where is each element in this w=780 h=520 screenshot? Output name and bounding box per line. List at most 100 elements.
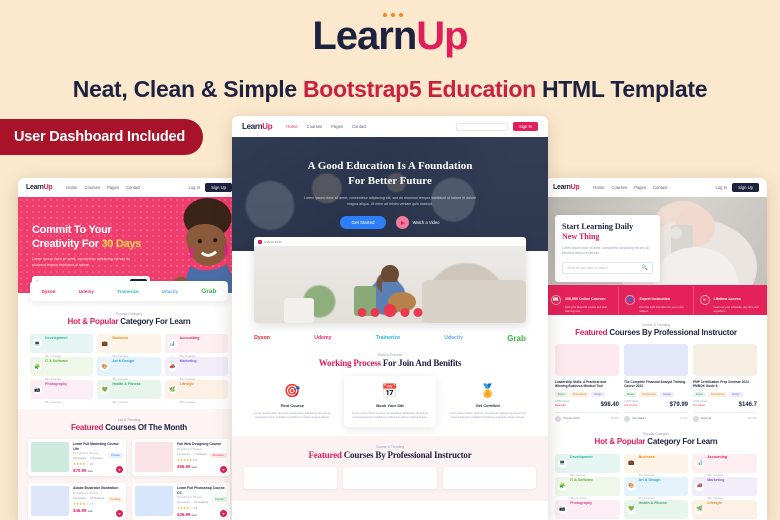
nav-item-contact[interactable]: Contact <box>653 185 667 190</box>
course-card[interactable]: Learn Full Marketing Course Life By Andre… <box>28 439 126 477</box>
featured-card[interactable] <box>244 466 338 489</box>
mockup-center: LearnUp Home Courses Pages Contact Sign … <box>232 116 548 520</box>
brand-logo: LearnUp <box>0 13 780 56</box>
featured-card[interactable] <box>442 466 536 489</box>
stat-text: Find the right instructor for you in any… <box>639 305 684 313</box>
right-category-section: Popular Category Hot & Popular Category … <box>545 422 767 520</box>
left-category-sub: Popular Category <box>115 312 143 316</box>
course-card[interactable]: Full Web Designing Course By Andrew & Tho… <box>132 439 230 477</box>
category-count: 99+ Courses <box>112 399 129 404</box>
nav-item-home[interactable]: Home <box>66 185 77 190</box>
nav-item-contact[interactable]: Contact <box>126 185 140 190</box>
nav-item-courses[interactable]: Courses <box>307 124 323 129</box>
video-control-3[interactable] <box>400 308 410 317</box>
course-card[interactable]: Learn Full Photoshop Course CC By Andrew … <box>132 483 230 520</box>
category-card[interactable]: 📷Photography99+ Courses <box>30 380 94 404</box>
brand-grab: Grab <box>507 333 526 343</box>
megaphone-icon: 📣 <box>695 481 705 491</box>
hero-woman-photo <box>173 197 240 293</box>
nav-item-contact[interactable]: Contact <box>352 124 366 129</box>
signin-button[interactable]: Sign In <box>512 122 538 131</box>
search-placeholder: What do you want to learn? <box>567 266 609 270</box>
video-controls[interactable] <box>357 304 423 317</box>
category-card[interactable]: 🌿Lifestyle99+ Courses <box>164 380 228 404</box>
category-name: IT & Software <box>45 358 68 363</box>
watch-video-button[interactable]: Watch a Video <box>395 216 440 229</box>
category-card[interactable]: 💚Health & Fitness99+ Courses <box>623 499 689 520</box>
brand-dyson: Dyson <box>254 335 270 341</box>
stat-title: Lifetime Access <box>713 296 741 301</box>
process-card-text: Lorem ipsum dolor sit amet, consectetur … <box>449 411 526 420</box>
category-name: Accounting <box>707 455 728 460</box>
palette-icon: 🎨 <box>100 362 110 371</box>
course-badge: Popular <box>108 453 123 458</box>
category-count: 99+ Courses <box>45 399 61 404</box>
nav-item-home[interactable]: Home <box>286 124 297 129</box>
left-hero-subtext: Lorem ipsum dolor sit amet, consectetur … <box>32 257 131 267</box>
nav-search-input[interactable] <box>455 122 508 131</box>
tagline-pre: Neat, Clean & Simple <box>72 76 303 102</box>
course-title: The Complete Financial Analyst Training … <box>624 380 686 389</box>
right-stats-bar: 📖 100,000 Online Courses Find your favouri… <box>545 285 767 315</box>
right-hero-search-input[interactable]: What do you want to learn? 🔍 <box>562 262 653 274</box>
course-duration: 9h 30m <box>611 417 619 421</box>
nav-item-pages[interactable]: Pages <box>107 185 119 190</box>
process-card-text: Lorem ipsum dolor sit amet, consectetur … <box>254 411 331 420</box>
category-card[interactable]: 📊 Accounting 99+ Courses <box>692 453 757 477</box>
nav-item-courses[interactable]: Courses <box>611 185 627 190</box>
play-icon[interactable] <box>395 216 409 229</box>
process-card[interactable]: 🎯 Find Course Lorem ipsum dolor sit amet, … <box>246 376 339 427</box>
nav-item-pages[interactable]: Pages <box>634 185 646 190</box>
nav-item-home[interactable]: Home <box>593 185 604 190</box>
infinity-icon: ∞ <box>699 295 710 305</box>
process-card[interactable]: 📅 Book Your Sitt Lorem ipsum dolor sit ame… <box>343 376 437 427</box>
category-card[interactable]: 📣 Marketing 99+ Courses <box>692 476 757 500</box>
stat-title: 100,000 Online Courses <box>565 296 606 301</box>
video-play-button[interactable] <box>383 304 397 317</box>
chart-icon: 📊 <box>695 458 705 468</box>
nav-menu[interactable]: Home Courses Pages Contact <box>66 185 140 190</box>
video-player-topbar: LIVE 10:30:32 <box>254 237 526 246</box>
course-card[interactable]: PMP Certification Prep Seminar 2024 - PM… <box>693 344 757 422</box>
video-control-1[interactable] <box>357 308 367 317</box>
search-icon[interactable]: 🔍 <box>642 265 648 271</box>
leaf-icon: 🌿 <box>167 385 177 394</box>
video-player-block[interactable]: LIVE 10:30:32 <box>254 237 526 323</box>
course-card[interactable]: Adobe Illustrator Illustration By Andrew … <box>28 483 126 520</box>
category-card[interactable]: 🌿Lifestyle99+ Courses <box>692 499 757 520</box>
nav-item-courses[interactable]: Courses <box>84 185 100 190</box>
course-rating: ★★★★☆ 4.7 <box>73 501 94 506</box>
status-badge: User Dashboard Included <box>0 119 204 155</box>
course-card[interactable]: Leadership Skills: A Practical and Winni… <box>555 344 619 422</box>
login-link[interactable]: Log In <box>188 185 200 190</box>
category-card[interactable]: 💚Health & Fitness99+ Courses <box>97 380 161 404</box>
course-thumbnail <box>135 442 173 472</box>
brand-grab: Grab <box>201 287 217 295</box>
featured-card[interactable] <box>343 466 437 489</box>
stat-text: Find your favourite course and start lea… <box>565 305 608 313</box>
course-thumbnail <box>31 442 69 472</box>
login-link[interactable]: Log In <box>715 185 727 190</box>
brand-udacity: Udacity <box>161 288 179 294</box>
course-badge: Trending <box>106 497 123 503</box>
category-card[interactable]: 📣 Marketing 99+ Courses <box>164 357 228 381</box>
nav-item-pages[interactable]: Pages <box>331 124 343 129</box>
left-course-list: Learn Full Marketing Course Life By Andre… <box>28 439 230 520</box>
signup-button[interactable]: Sign Up <box>205 183 232 192</box>
course-card[interactable]: The Complete Financial Analyst Training … <box>624 344 688 422</box>
process-card[interactable]: 🏅 Get Certified Lorem ipsum dolor sit amet… <box>441 376 534 427</box>
puzzle-icon: 🧩 <box>558 481 567 491</box>
course-thumbnail <box>135 486 173 517</box>
right-featured-title: Featured Courses By Professional Instruc… <box>575 328 737 337</box>
video-control-2[interactable] <box>370 308 380 317</box>
video-control-4[interactable] <box>413 308 423 317</box>
course-price: $79.99 <box>669 401 688 408</box>
course-rating: ★★★★☆ 4.9 <box>73 462 94 467</box>
get-started-button[interactable]: Get Started <box>340 216 386 229</box>
signup-button[interactable]: Sign Up <box>732 183 759 192</box>
course-thumbnail <box>624 344 688 376</box>
right-hero-subtext: Lorem ipsum dolor sit amet, consectetur … <box>562 246 650 255</box>
category-card[interactable]: 📷Photography99+ Courses <box>555 499 620 520</box>
heart-icon: 💚 <box>626 504 636 514</box>
right-course-list: Leadership Skills: A Practical and Winni… <box>555 344 757 422</box>
